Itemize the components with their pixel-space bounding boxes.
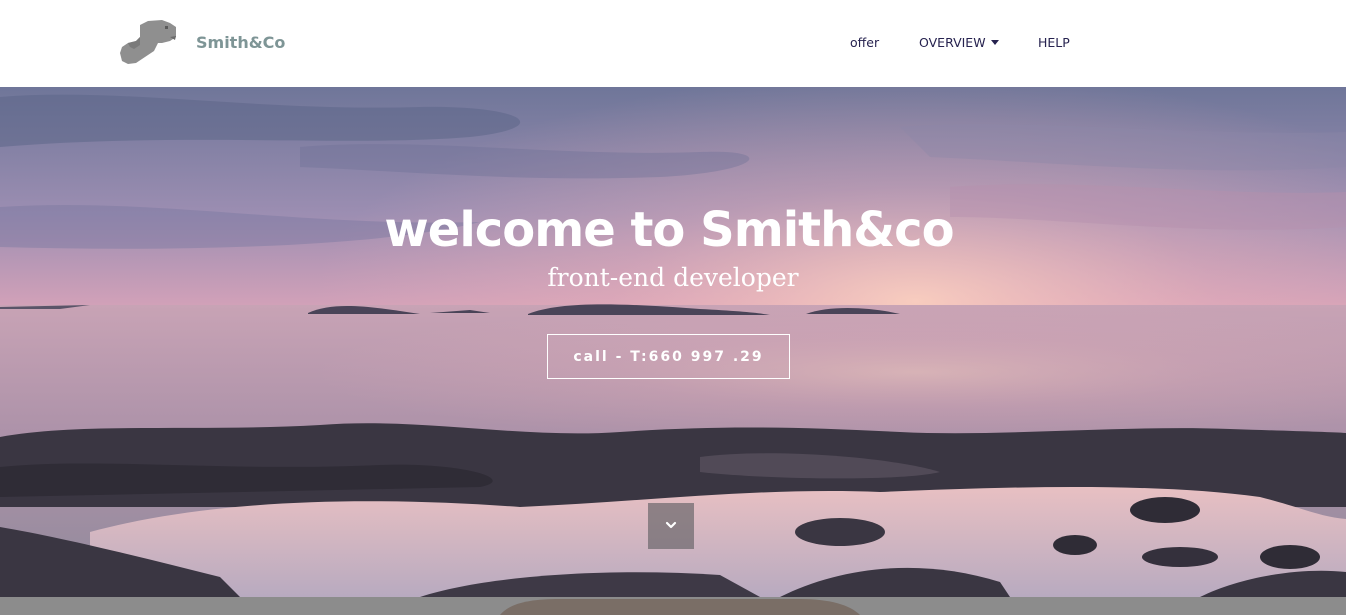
- brand-name: Smith&Co: [196, 32, 286, 52]
- caret-down-icon: [990, 40, 999, 45]
- chevron-down-icon: [665, 521, 677, 529]
- hero-title: welcome to Smith&co: [384, 202, 954, 258]
- hero-subtitle: front-end developer: [547, 263, 799, 292]
- call-button[interactable]: call - T:660 997 .29: [547, 334, 790, 379]
- next-section-image: [0, 597, 1346, 615]
- hero-section: welcome to Smith&co front-end developer …: [0, 87, 1346, 597]
- top-navbar: Smith&Co offer OVERVIEW HELP: [0, 0, 1346, 87]
- scroll-down-button[interactable]: [648, 503, 694, 549]
- brand[interactable]: Smith&Co: [118, 16, 285, 68]
- beaver-logo-icon: [120, 20, 176, 64]
- next-section-preview: [0, 597, 1346, 615]
- nav-item-help-label: HELP: [1038, 34, 1070, 50]
- call-button-label: call - T:660 997 .29: [573, 348, 764, 365]
- nav-item-offer-label: offer: [850, 34, 880, 50]
- nav-item-overview-label: OVERVIEW: [919, 34, 986, 50]
- nav-item-help[interactable]: HELP: [1038, 33, 1070, 51]
- nav-item-overview[interactable]: OVERVIEW: [919, 33, 999, 51]
- nav-item-offer[interactable]: offer: [850, 33, 879, 51]
